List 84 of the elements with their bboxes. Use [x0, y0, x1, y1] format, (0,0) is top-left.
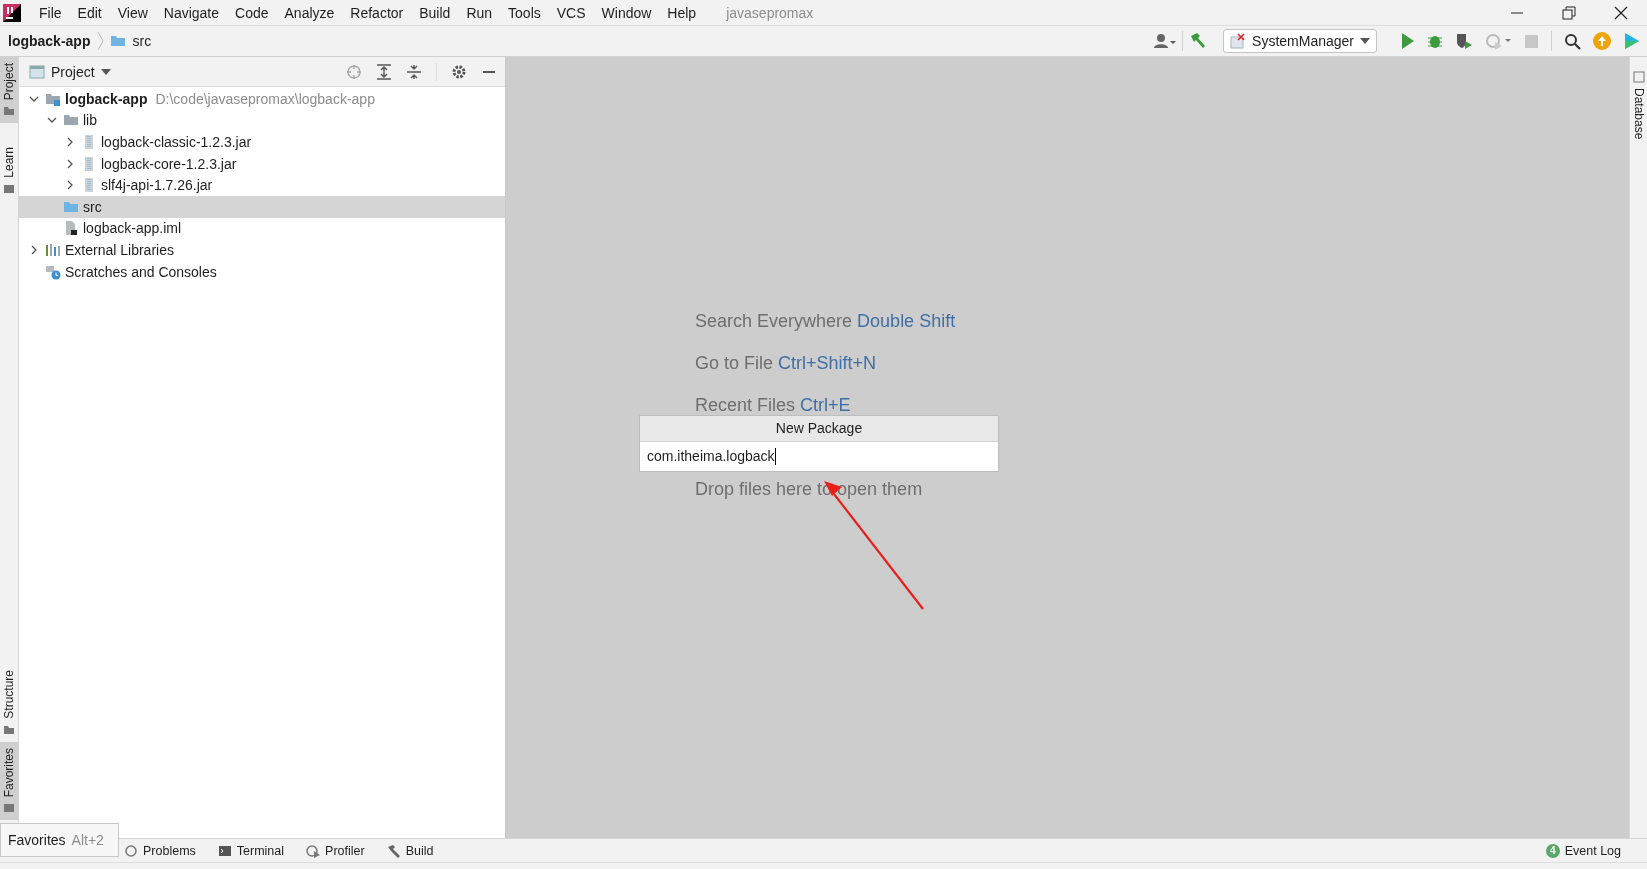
project-title: javasepromax	[726, 4, 814, 21]
library-icon	[45, 241, 61, 258]
tree-item-label: External Libraries	[65, 241, 174, 258]
text-cursor	[774, 448, 776, 465]
editor-hint: Go to File Ctrl+Shift+N	[695, 352, 877, 375]
profiler-icon	[306, 843, 321, 858]
tool-window-button[interactable]: Terminal	[217, 843, 285, 858]
editor-hint: Search Everywhere Double Shift	[695, 310, 956, 333]
caret-icon	[100, 68, 111, 75]
tree-item[interactable]: logback-classic-1.2.3.jar	[19, 131, 505, 153]
tree-item[interactable]: src	[19, 195, 505, 218]
menu-item[interactable]: Refactor	[342, 4, 412, 21]
tool-window-tab[interactable]: Project	[0, 57, 18, 124]
tool-window-tab[interactable]: Database	[1630, 65, 1647, 146]
tree-item-label: src	[83, 198, 102, 215]
tree-item[interactable]: logback-app D:\code\javasepromax\logback-app	[19, 88, 505, 110]
tool-window-button[interactable]: Problems	[124, 843, 196, 858]
count-badge: 4	[1545, 843, 1560, 858]
menu-item[interactable]: Edit	[69, 4, 110, 21]
menu-item[interactable]: Tools	[500, 4, 549, 21]
menu-item[interactable]: View	[109, 4, 156, 21]
run-icon[interactable]	[1399, 32, 1415, 50]
popup-title: New Package	[640, 416, 998, 442]
folder-icon	[110, 33, 127, 49]
menu-item[interactable]: Run	[458, 4, 501, 21]
tool-window-tab[interactable]: Favorites	[0, 741, 18, 820]
menu-item[interactable]: File	[31, 4, 70, 21]
menu-item[interactable]: Code	[227, 4, 277, 21]
tool-window-icon	[3, 105, 15, 118]
tree-item-label: logback-core-1.2.3.jar	[101, 155, 237, 172]
tree-item[interactable]: External Libraries	[19, 239, 505, 261]
breadcrumb[interactable]: src	[132, 33, 152, 49]
close-icon[interactable]	[1614, 5, 1628, 20]
view-dropdown[interactable]: Project	[29, 63, 111, 80]
problems-icon	[124, 843, 138, 858]
editor-hint: Recent Files Ctrl+E	[695, 394, 851, 417]
tool-window-icon	[3, 183, 15, 196]
settings-icon[interactable]	[451, 63, 467, 80]
breadcrumb[interactable]: logback-app	[8, 33, 91, 49]
hammer-icon	[386, 843, 401, 858]
tree-item[interactable]: slf4j-api-1.7.26.jar	[19, 174, 505, 196]
module-path: D:\code\javasepromax\logback-app	[155, 90, 375, 107]
app-logo-icon	[3, 3, 21, 22]
tree-item-label: slf4j-api-1.7.26.jar	[101, 177, 213, 194]
tool-window-icon	[3, 802, 15, 814]
tooltip-text: Favorites	[8, 832, 66, 848]
config-error-icon	[1230, 33, 1247, 49]
tree-item[interactable]: lib	[19, 109, 505, 132]
tree-item-label: lib	[83, 112, 97, 129]
search-icon[interactable]	[1564, 32, 1581, 50]
menu-item[interactable]: Navigate	[155, 4, 228, 21]
tool-window-button[interactable]: Build	[386, 843, 434, 858]
restore-icon[interactable]	[1562, 5, 1576, 20]
tree-item[interactable]: Scratches and Consoles	[19, 260, 505, 283]
run-configuration-dropdown[interactable]: SystemManager	[1223, 29, 1377, 53]
menu-item[interactable]: VCS	[548, 4, 594, 21]
tool-window-icon	[3, 723, 15, 736]
scratch-file-icon	[45, 263, 61, 280]
shortcut-text: Alt+2	[71, 832, 104, 848]
collapse-all-icon[interactable]	[406, 63, 422, 80]
tree-item-label: logback-app.iml	[83, 220, 182, 237]
tree-item-label: Scratches and Consoles	[65, 263, 217, 280]
menu-item[interactable]: Build	[411, 4, 459, 21]
tree-item[interactable]: logback-app.iml	[19, 217, 505, 240]
breadcrumb-separator-icon	[96, 31, 105, 51]
event-log-button[interactable]: 4 Event Log	[1545, 843, 1621, 858]
tree-item[interactable]: logback-core-1.2.3.jar	[19, 152, 505, 175]
menu-item[interactable]: Help	[659, 4, 705, 21]
menu-item[interactable]: Analyze	[276, 4, 343, 21]
tool-window-tab[interactable]: Structure	[0, 663, 18, 742]
file-icon	[63, 220, 79, 237]
tool-window-button[interactable]: Profiler	[306, 843, 365, 858]
coverage-run-icon[interactable]	[1455, 32, 1473, 50]
terminal-icon	[217, 843, 232, 858]
expand-all-icon[interactable]	[376, 63, 392, 80]
hammer-icon[interactable]	[1189, 32, 1208, 50]
tree-item-label: logback-app	[65, 90, 148, 107]
menu-item[interactable]: Window	[593, 4, 660, 21]
caret-icon	[1360, 38, 1370, 44]
window-icon	[29, 63, 45, 80]
tree-item-label: logback-classic-1.2.3.jar	[101, 134, 252, 150]
tool-window-tab[interactable]: Learn	[0, 141, 18, 202]
tool-window-icon	[1632, 71, 1645, 83]
user-dropdown-icon[interactable]	[1154, 33, 1177, 49]
